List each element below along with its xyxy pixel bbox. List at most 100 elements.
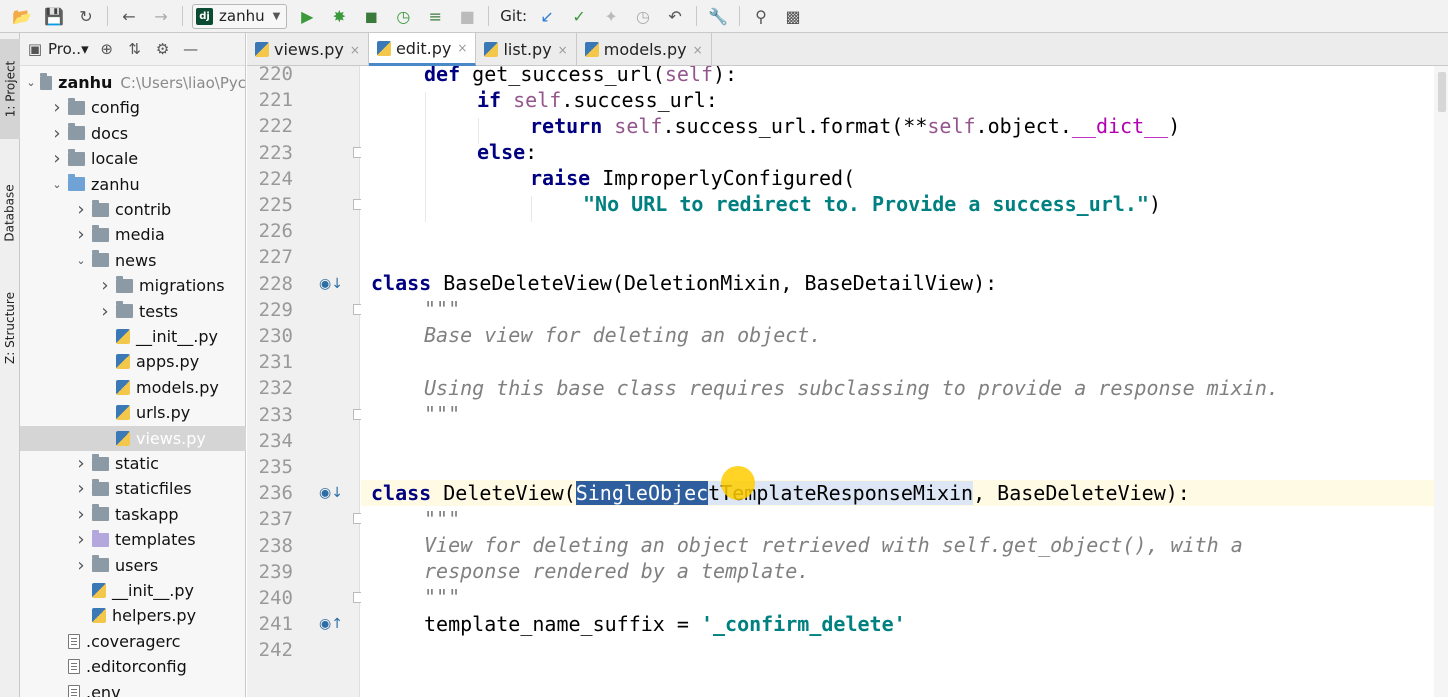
- tree-item[interactable]: .env: [20, 680, 246, 697]
- tree-item[interactable]: › docs: [20, 121, 246, 146]
- tree-item[interactable]: › staticfiles: [20, 476, 246, 501]
- chevron-right-icon[interactable]: ›: [50, 123, 64, 144]
- chevron-right-icon[interactable]: ›: [74, 199, 88, 220]
- line-number: 235: [258, 456, 293, 478]
- tree-item[interactable]: ⌄ news: [20, 248, 246, 273]
- python-file-icon: [116, 354, 130, 370]
- git-update-icon[interactable]: ↙: [535, 4, 559, 28]
- forward-arrow-icon[interactable]: →: [149, 4, 173, 28]
- database-tool-tab[interactable]: Database: [0, 173, 20, 253]
- chevron-right-icon[interactable]: ›: [74, 555, 88, 576]
- back-arrow-icon[interactable]: ←: [117, 4, 141, 28]
- project-tool-tab[interactable]: 1: Project: [0, 39, 20, 139]
- tree-item[interactable]: › contrib: [20, 197, 246, 222]
- project-view-selector[interactable]: Pro..▾: [48, 40, 89, 58]
- profile-icon[interactable]: ◷: [391, 4, 415, 28]
- open-folder-icon[interactable]: 📂: [10, 4, 34, 28]
- chevron-right-icon[interactable]: ›: [98, 301, 112, 322]
- folder-icon: [68, 123, 85, 141]
- python-file-icon: [376, 40, 391, 56]
- tree-item[interactable]: __init__.py: [20, 578, 246, 603]
- gear-icon[interactable]: ⚙: [151, 37, 175, 61]
- scroll-from-source-icon[interactable]: ⊕: [95, 37, 119, 61]
- git-commit-icon[interactable]: ✓: [567, 4, 591, 28]
- line-number: 223: [258, 141, 293, 164]
- tree-item[interactable]: __init__.py: [20, 324, 246, 349]
- settings-wrench-icon[interactable]: 🔧: [706, 4, 730, 28]
- editor-tab[interactable]: models.py ×: [577, 33, 712, 66]
- chevron-right-icon[interactable]: ›: [74, 478, 88, 499]
- tree-item[interactable]: › media: [20, 222, 246, 247]
- override-marker-icon[interactable]: ◉↓: [319, 274, 343, 294]
- debug-icon[interactable]: ✸: [327, 4, 351, 28]
- tree-item[interactable]: ⌄ zanhu C:\Users\liao\Pyc: [20, 70, 246, 95]
- history-icon[interactable]: ◷: [631, 4, 655, 28]
- templates-folder-icon: [92, 529, 109, 547]
- run-configuration-dropdown[interactable]: dj zanhu ▼: [192, 3, 288, 29]
- main-toolbar: 📂 💾 ↻ ← → dj zanhu ▼ ▶ ✸ ◼ ◷ ≡ ■ Git: ↙ …: [0, 0, 1448, 33]
- stop-icon[interactable]: ■: [455, 4, 479, 28]
- line-number: 231: [258, 351, 293, 374]
- override-marker-icon[interactable]: ◉↓: [319, 483, 343, 503]
- hide-panel-icon[interactable]: —: [179, 37, 203, 61]
- chevron-right-icon[interactable]: ›: [74, 453, 88, 474]
- run-with-coverage-icon[interactable]: ◼: [359, 4, 383, 28]
- close-icon[interactable]: ×: [457, 41, 467, 55]
- close-icon[interactable]: ×: [558, 43, 568, 57]
- tree-item[interactable]: views.py: [20, 425, 246, 451]
- tree-item[interactable]: models.py: [20, 375, 246, 400]
- tree-item[interactable]: .editorconfig: [20, 654, 246, 679]
- tree-item[interactable]: › tests: [20, 299, 246, 324]
- line-number: 234: [258, 429, 293, 452]
- save-icon[interactable]: 💾: [42, 4, 66, 28]
- tree-item-label: zanhu: [91, 174, 140, 194]
- code-line-225: "No URL to redirect to. Provide a succes…: [583, 192, 1161, 216]
- tree-item[interactable]: › static: [20, 451, 246, 476]
- chevron-right-icon[interactable]: ›: [74, 529, 88, 550]
- overriding-marker-icon[interactable]: ◉↑: [319, 614, 343, 634]
- line-number: 228: [258, 272, 293, 295]
- line-number: 236: [258, 482, 293, 505]
- tree-item[interactable]: › templates: [20, 527, 246, 552]
- close-icon[interactable]: ×: [350, 43, 360, 57]
- rollback-icon[interactable]: ↶: [663, 4, 687, 28]
- folder-icon: [92, 199, 109, 217]
- chevron-down-icon[interactable]: ⌄: [50, 178, 64, 191]
- run-icon[interactable]: ▶: [295, 4, 319, 28]
- editor-tab[interactable]: list.py ×: [476, 33, 577, 66]
- chevron-down-icon[interactable]: ⌄: [74, 254, 88, 267]
- tree-item[interactable]: › locale: [20, 146, 246, 171]
- tree-item[interactable]: apps.py: [20, 349, 246, 374]
- editor-tab[interactable]: edit.py ×: [368, 33, 477, 66]
- structure-tool-tab[interactable]: Z: Structure: [0, 278, 20, 378]
- source-folder-icon: [68, 174, 85, 192]
- sdk-manager-icon[interactable]: ▩: [781, 4, 805, 28]
- tree-item[interactable]: › users: [20, 553, 246, 578]
- chevron-right-icon[interactable]: ›: [50, 148, 64, 169]
- tree-item[interactable]: › config: [20, 95, 246, 120]
- chevron-right-icon[interactable]: ›: [98, 275, 112, 296]
- line-number: 226: [258, 220, 293, 243]
- tree-item[interactable]: ⌄ zanhu: [20, 172, 246, 197]
- close-icon[interactable]: ×: [693, 43, 703, 57]
- tree-item[interactable]: › taskapp: [20, 502, 246, 527]
- chevron-right-icon[interactable]: ›: [74, 224, 88, 245]
- git-push-icon[interactable]: ✦: [599, 4, 623, 28]
- collapse-all-icon[interactable]: ⇅: [123, 37, 147, 61]
- chevron-right-icon[interactable]: ›: [50, 97, 64, 118]
- search-icon[interactable]: ⚲: [749, 4, 773, 28]
- scrollbar-thumb[interactable]: [1438, 72, 1446, 112]
- chevron-down-icon[interactable]: ⌄: [26, 76, 36, 89]
- chevron-right-icon[interactable]: ›: [74, 504, 88, 525]
- tree-item[interactable]: urls.py: [20, 400, 246, 425]
- tree-item[interactable]: › migrations: [20, 273, 246, 298]
- concurrency-diagram-icon[interactable]: ≡: [423, 4, 447, 28]
- project-panel: ▣ Pro..▾ ⊕ ⇅ ⚙ — ⌄ zanhu C:\Users\liao\Pyc…: [20, 33, 246, 697]
- sync-icon[interactable]: ↻: [74, 4, 98, 28]
- tree-item-label: .coveragerc: [86, 631, 181, 651]
- tree-item[interactable]: .coveragerc: [20, 629, 246, 654]
- code-editor[interactable]: def get_success_url(self): if self.succe…: [361, 66, 1448, 697]
- tree-item[interactable]: helpers.py: [20, 603, 246, 628]
- editor-scrollbar[interactable]: [1434, 66, 1448, 697]
- code-line-224: raise ImproperlyConfigured(: [530, 166, 856, 190]
